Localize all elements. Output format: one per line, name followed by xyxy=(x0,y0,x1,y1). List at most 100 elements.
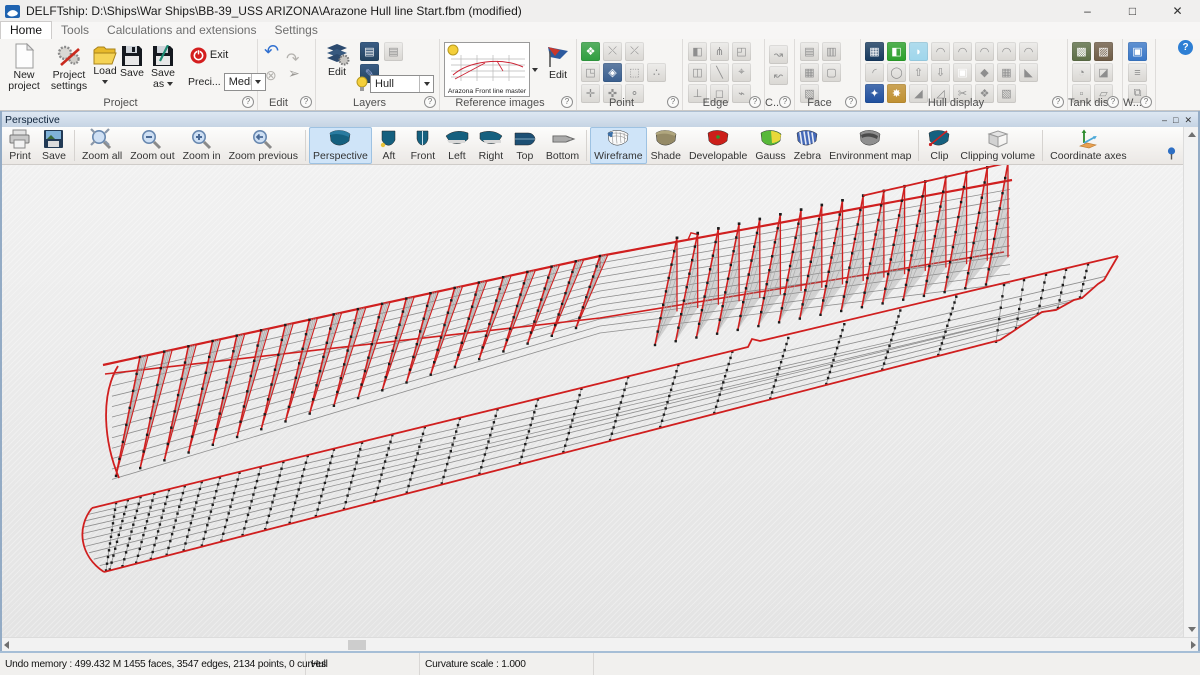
select-cursor-icon[interactable]: ➢ xyxy=(288,65,300,82)
ribbon-tool-icon[interactable]: ❖ xyxy=(581,42,600,61)
load-dropdown-icon[interactable] xyxy=(102,80,108,84)
top-button[interactable]: Top xyxy=(508,127,542,164)
layer-new-icon[interactable]: ▤ xyxy=(360,42,379,61)
reference-help-icon[interactable]: ? xyxy=(561,96,573,108)
environment-map-button[interactable]: Environment map xyxy=(825,127,915,164)
ribbon-tool-icon[interactable]: ⤬ xyxy=(603,42,622,61)
zoom-previous-button[interactable]: Zoom previous xyxy=(225,127,302,164)
ribbon-tool-icon[interactable]: ▥ xyxy=(822,42,841,61)
ribbon-tool-icon[interactable]: ◧ xyxy=(887,42,906,61)
front-button[interactable]: Front xyxy=(406,127,440,164)
ribbon-tool-icon[interactable]: ◔ xyxy=(1072,63,1091,82)
edit-help-icon[interactable]: ? xyxy=(300,96,312,108)
ribbon-tool-icon[interactable]: ▣ xyxy=(1128,42,1147,61)
scroll-down-icon[interactable] xyxy=(1188,627,1196,632)
face-help-icon[interactable]: ? xyxy=(845,96,857,108)
ribbon-tool-icon[interactable]: ◈ xyxy=(603,63,622,82)
developable-button[interactable]: Developable xyxy=(685,127,751,164)
ribbon-tool-icon[interactable]: ◪ xyxy=(1094,63,1113,82)
ribbon-tool-icon[interactable]: ⇩ xyxy=(931,63,950,82)
undo-icon[interactable]: ↶ xyxy=(264,41,279,62)
ribbon-tool-icon[interactable]: ⬚ xyxy=(625,63,644,82)
model-canvas[interactable] xyxy=(0,165,1183,637)
ribbon-tool-icon[interactable]: ⌖ xyxy=(732,63,751,82)
help-icon[interactable]: ? xyxy=(1178,40,1193,55)
close-button[interactable]: ✕ xyxy=(1155,0,1200,22)
minimize-button[interactable]: – xyxy=(1065,0,1110,22)
horizontal-scrollbar[interactable] xyxy=(0,637,1200,651)
save-as-button[interactable]: Save as xyxy=(146,45,180,90)
scroll-right-icon[interactable] xyxy=(1191,641,1196,649)
ribbon-tool-icon[interactable]: ◰ xyxy=(732,42,751,61)
save-button[interactable]: Save xyxy=(37,127,71,164)
ribbon-tool-icon[interactable]: ◳ xyxy=(581,63,600,82)
tank-help-icon[interactable]: ? xyxy=(1107,96,1119,108)
clip-button[interactable]: Clip xyxy=(922,127,956,164)
ribbon-tool-icon[interactable]: ▦ xyxy=(800,63,819,82)
exit-button[interactable]: Exit xyxy=(190,47,252,64)
viewport-close-icon[interactable]: ✕ xyxy=(1184,113,1192,127)
ribbon-tool-icon[interactable]: ◫ xyxy=(688,63,707,82)
active-layer-dropdown-icon[interactable] xyxy=(419,76,433,92)
reference-edit-button[interactable]: Edit xyxy=(542,45,574,81)
scroll-left-icon[interactable] xyxy=(4,641,9,649)
ribbon-tool-icon[interactable]: ◆ xyxy=(975,63,994,82)
zoom-in-button[interactable]: Zoom in xyxy=(179,127,225,164)
print-button[interactable]: Print xyxy=(3,127,37,164)
ribbon-tool-icon[interactable]: ◗ xyxy=(909,42,928,61)
ribbon-tool-icon[interactable]: ▨ xyxy=(1094,42,1113,61)
ribbon-tool-icon[interactable]: ▦ xyxy=(997,63,1016,82)
ribbon-tool-icon[interactable]: ◜ xyxy=(865,63,884,82)
ribbon-tool-icon[interactable]: ⋔ xyxy=(710,42,729,61)
ribbon-tool-icon[interactable]: ▢ xyxy=(822,63,841,82)
zoom-out-button[interactable]: Zoom out xyxy=(126,127,178,164)
new-project-button[interactable]: New project xyxy=(3,43,45,92)
windows-help-icon[interactable]: ? xyxy=(1140,96,1152,108)
ribbon-tool-icon[interactable]: ▩ xyxy=(1072,42,1091,61)
save-as-dropdown-icon[interactable] xyxy=(167,82,173,86)
left-button[interactable]: Left xyxy=(440,127,474,164)
save-button[interactable]: Save xyxy=(119,45,145,79)
active-layer-combobox[interactable]: Hull xyxy=(370,75,434,93)
aft-button[interactable]: Aft xyxy=(372,127,406,164)
tab-settings[interactable]: Settings xyxy=(265,22,326,39)
scroll-up-icon[interactable] xyxy=(1188,132,1196,137)
ribbon-tool-icon[interactable]: ∴ xyxy=(647,63,666,82)
ribbon-tool-icon[interactable]: ◠ xyxy=(975,42,994,61)
ribbon-tool-icon[interactable]: ▣ xyxy=(953,63,972,82)
ribbon-tool-icon[interactable]: ◠ xyxy=(997,42,1016,61)
ribbon-tool-icon[interactable]: ◠ xyxy=(953,42,972,61)
zebra-button[interactable]: Zebra xyxy=(790,127,825,164)
shade-button[interactable]: Shade xyxy=(647,127,685,164)
ribbon-tool-icon[interactable]: ↜ xyxy=(769,66,788,85)
ribbon-tool-icon[interactable]: ▦ xyxy=(865,42,884,61)
bottom-button[interactable]: Bottom xyxy=(542,127,583,164)
point-help-icon[interactable]: ? xyxy=(667,96,679,108)
layers-help-icon[interactable]: ? xyxy=(424,96,436,108)
tab-tools[interactable]: Tools xyxy=(52,22,98,39)
ribbon-tool-icon[interactable]: ↝ xyxy=(769,45,788,64)
coordinate-axes-button[interactable]: Coordinate axes xyxy=(1046,127,1130,164)
horizontal-scroll-thumb[interactable] xyxy=(348,640,366,650)
ribbon-tool-icon[interactable]: ≡ xyxy=(1128,63,1147,82)
load-button[interactable]: Load xyxy=(92,45,118,88)
edge-help-icon[interactable]: ? xyxy=(749,96,761,108)
tab-home[interactable]: Home xyxy=(0,21,52,39)
project-help-icon[interactable]: ? xyxy=(242,96,254,108)
ribbon-tool-icon[interactable]: ╲ xyxy=(710,63,729,82)
ribbon-tool-icon[interactable]: ◠ xyxy=(1019,42,1038,61)
ribbon-tool-icon[interactable]: ▤ xyxy=(800,42,819,61)
perspective-button[interactable]: Perspective xyxy=(309,127,372,164)
project-settings-button[interactable]: Project settings xyxy=(46,43,92,92)
curve-help-icon[interactable]: ? xyxy=(779,96,791,108)
viewport-maximize-icon[interactable]: □ xyxy=(1173,113,1178,127)
maximize-button[interactable]: □ xyxy=(1110,0,1155,22)
viewport-minimize-icon[interactable]: – xyxy=(1162,113,1167,127)
vertical-scrollbar[interactable] xyxy=(1183,127,1198,637)
reference-image-thumbnail[interactable]: Arazona Front line master xyxy=(444,42,530,97)
pin-icon[interactable] xyxy=(1166,147,1177,160)
ribbon-tool-icon[interactable]: ⇧ xyxy=(909,63,928,82)
ribbon-tool-icon[interactable]: ⤫ xyxy=(625,42,644,61)
hull-display-help-icon[interactable]: ? xyxy=(1052,96,1064,108)
zoom-all-button[interactable]: Zoom all xyxy=(78,127,126,164)
